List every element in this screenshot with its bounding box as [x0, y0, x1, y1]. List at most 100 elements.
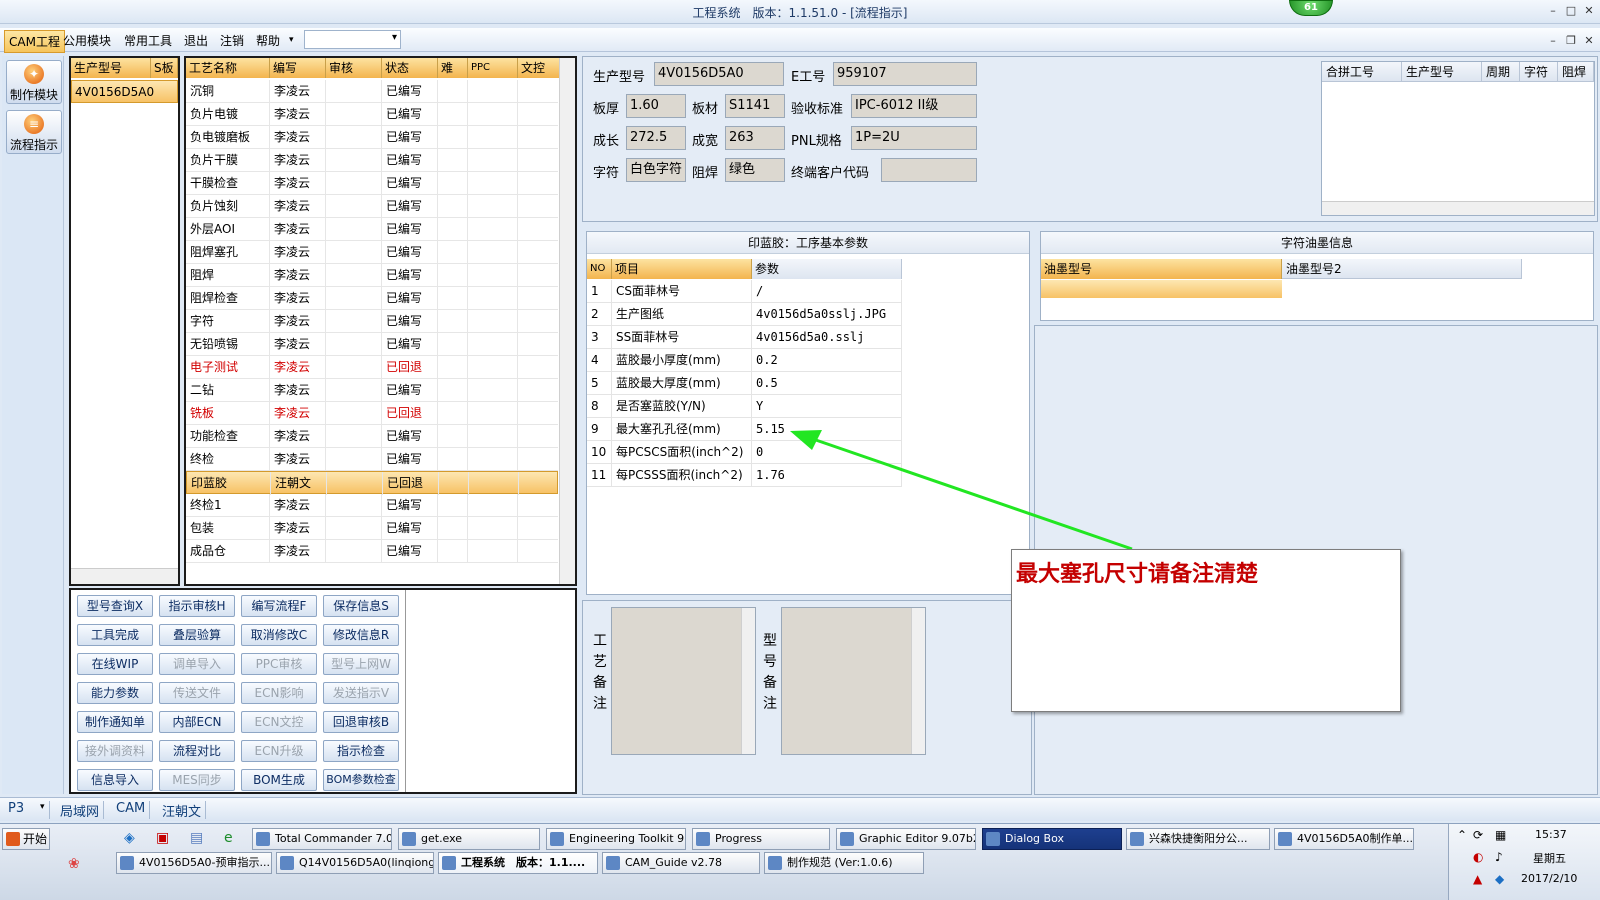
- thickness-field[interactable]: 1.60: [626, 94, 686, 118]
- action-button-1-3[interactable]: 修改信息R: [323, 624, 399, 646]
- quicklaunch-cube-icon[interactable]: ◈: [124, 830, 135, 846]
- menu-exit[interactable]: 退出: [184, 32, 208, 49]
- process-row[interactable]: 负片电镀 李凌云 已编写: [186, 103, 560, 126]
- col-ink-type[interactable]: 油墨型号: [1041, 259, 1282, 279]
- col-model[interactable]: 生产型号: [71, 58, 151, 78]
- taskbar-item[interactable]: Dialog Box: [982, 828, 1122, 850]
- param-row[interactable]: 5 蓝胶最大厚度(mm) 0.5: [587, 372, 902, 395]
- taskbar-item[interactable]: CAM_Guide v2.78: [602, 852, 760, 874]
- process-vscroll[interactable]: [559, 58, 575, 584]
- action-button-6-1[interactable]: MES同步: [159, 769, 235, 791]
- taskbar-item[interactable]: get.exe: [398, 828, 540, 850]
- maximize-button[interactable]: □: [1562, 4, 1580, 17]
- help-dropdown-icon[interactable]: ▾: [289, 35, 294, 45]
- action-button-5-0[interactable]: 接外调资料: [77, 740, 153, 762]
- col-difficulty[interactable]: 难: [438, 58, 468, 78]
- child-restore-button[interactable]: ❐: [1562, 34, 1580, 47]
- process-note-scroll[interactable]: [741, 608, 755, 754]
- process-row[interactable]: 负片干膜 李凌云 已编写: [186, 149, 560, 172]
- make-module-button[interactable]: ✦ 制作模块: [6, 60, 62, 104]
- process-row[interactable]: 二钻 李凌云 已编写: [186, 379, 560, 402]
- param-row[interactable]: 10 每PCSCS面积(inch^2) 0: [587, 441, 902, 464]
- process-row[interactable]: 阻焊 李凌云 已编写: [186, 264, 560, 287]
- taskbar-item[interactable]: 工程系统 版本：1.1....: [438, 852, 598, 874]
- taskbar-item[interactable]: Progress: [692, 828, 830, 850]
- process-row[interactable]: 包装 李凌云 已编写: [186, 517, 560, 540]
- menu-common-tools[interactable]: 常用工具: [124, 32, 172, 49]
- taskbar-item[interactable]: 兴森快捷衡阳分公...: [1126, 828, 1270, 850]
- process-row[interactable]: 负电镀磨板 李凌云 已编写: [186, 126, 560, 149]
- col-s-board[interactable]: S板: [151, 58, 178, 78]
- action-button-1-2[interactable]: 取消修改C: [241, 624, 317, 646]
- tray-arrow-icon[interactable]: ⌃: [1457, 828, 1467, 842]
- col-process-name[interactable]: 工艺名称: [186, 58, 270, 78]
- minimize-button[interactable]: –: [1544, 4, 1562, 17]
- tray-pdf-icon[interactable]: ▲: [1473, 872, 1482, 886]
- action-button-0-0[interactable]: 型号查询X: [77, 595, 153, 617]
- quicklaunch-app-icon[interactable]: ❀: [68, 856, 80, 872]
- model-list-item[interactable]: 4V0156D5A0: [71, 80, 178, 103]
- action-button-6-3[interactable]: BOM参数检查: [323, 769, 399, 791]
- process-row[interactable]: 终检 李凌云 已编写: [186, 448, 560, 471]
- flow-indication-button[interactable]: ≡ 流程指示: [6, 110, 62, 154]
- pnl-field[interactable]: 1P=2U: [851, 126, 977, 150]
- action-button-3-1[interactable]: 传送文件: [159, 682, 235, 704]
- taskbar-item[interactable]: 制作规范 (Ver:1.0.6): [764, 852, 924, 874]
- action-button-0-1[interactable]: 指示审核H: [159, 595, 235, 617]
- process-row[interactable]: 字符 李凌云 已编写: [186, 310, 560, 333]
- tray-network-icon[interactable]: ▦: [1495, 828, 1506, 842]
- mask-field[interactable]: 绿色: [725, 158, 785, 182]
- param-row[interactable]: 8 是否塞蓝胶(Y/N) Y: [587, 395, 902, 418]
- process-row[interactable]: 外层AOI 李凌云 已编写: [186, 218, 560, 241]
- action-button-4-0[interactable]: 制作通知单: [77, 711, 153, 733]
- ink-row-selected[interactable]: [1041, 280, 1282, 298]
- process-row[interactable]: 功能检查 李凌云 已编写: [186, 425, 560, 448]
- col-item[interactable]: 项目: [612, 259, 752, 279]
- process-row[interactable]: 成品仓 李凌云 已编写: [186, 540, 560, 563]
- action-button-3-2[interactable]: ECN影响: [241, 682, 317, 704]
- menu-public-modules[interactable]: 公用模块: [63, 32, 111, 49]
- action-button-4-2[interactable]: ECN文控: [241, 711, 317, 733]
- action-button-1-1[interactable]: 叠层验算: [159, 624, 235, 646]
- taskbar-item[interactable]: Graphic Editor 9.07b2...: [836, 828, 976, 850]
- col-status[interactable]: 状态: [382, 58, 438, 78]
- menu-logout[interactable]: 注销: [220, 32, 244, 49]
- combo-grid-hscroll[interactable]: [1322, 201, 1594, 215]
- col-param[interactable]: 参数: [752, 259, 902, 279]
- tray-volume-icon[interactable]: ♪: [1495, 850, 1503, 864]
- quicklaunch-doc-icon[interactable]: ▤: [190, 830, 203, 846]
- action-button-6-0[interactable]: 信息导入: [77, 769, 153, 791]
- process-row[interactable]: 负片蚀刻 李凌云 已编写: [186, 195, 560, 218]
- col-combo-job[interactable]: 合拼工号: [1322, 62, 1402, 82]
- col-doc-control[interactable]: 文控: [518, 58, 560, 78]
- col-ppc[interactable]: PPC: [468, 58, 518, 78]
- taskbar-item[interactable]: 4V0156D5A0-预审指示....: [116, 852, 272, 874]
- process-note-field[interactable]: [611, 607, 756, 755]
- process-row[interactable]: 终检1 李凌云 已编写: [186, 494, 560, 517]
- material-field[interactable]: S1141: [725, 94, 785, 118]
- action-button-6-2[interactable]: BOM生成: [241, 769, 317, 791]
- action-button-4-3[interactable]: 回退审核B: [323, 711, 399, 733]
- model-field[interactable]: 4V0156D5A0: [654, 62, 784, 86]
- col-no[interactable]: NO: [587, 259, 612, 279]
- process-row[interactable]: 干膜检查 李凌云 已编写: [186, 172, 560, 195]
- param-row[interactable]: 2 生产图纸 4v0156d5a0sslj.JPG: [587, 303, 902, 326]
- action-button-5-3[interactable]: 指示检查: [323, 740, 399, 762]
- col-writer[interactable]: 编写: [270, 58, 326, 78]
- tray-sync-icon[interactable]: ⟳: [1473, 828, 1483, 842]
- action-button-0-2[interactable]: 编写流程F: [241, 595, 317, 617]
- process-row[interactable]: 印蓝胶 汪朝文 已回退: [186, 471, 561, 495]
- col-combo-mask[interactable]: 阻焊: [1558, 62, 1594, 82]
- action-button-2-0[interactable]: 在线WIP: [77, 653, 153, 675]
- module-combo[interactable]: [304, 30, 401, 49]
- model-note-scroll[interactable]: [911, 608, 925, 754]
- width-field[interactable]: 263: [725, 126, 785, 150]
- tray-antivirus-icon[interactable]: ◐: [1473, 850, 1483, 864]
- clock-time[interactable]: 15:37: [1535, 828, 1567, 841]
- taskbar-item[interactable]: Total Commander 7.0...: [252, 828, 392, 850]
- child-minimize-button[interactable]: –: [1544, 34, 1562, 47]
- action-button-3-3[interactable]: 发送指示V: [323, 682, 399, 704]
- col-combo-cycle[interactable]: 周期: [1482, 62, 1520, 82]
- standard-field[interactable]: IPC-6012 II级: [851, 94, 977, 118]
- param-row[interactable]: 3 SS面菲林号 4v0156d5a0.sslj: [587, 326, 902, 349]
